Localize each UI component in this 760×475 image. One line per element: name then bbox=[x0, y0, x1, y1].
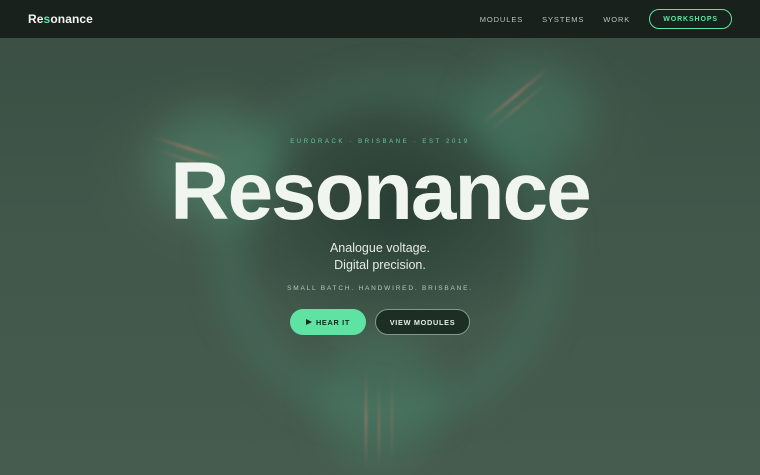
workshops-button[interactable]: WORKSHOPS bbox=[649, 9, 732, 29]
hero-tagline-line-2: Digital precision. bbox=[334, 258, 426, 272]
hero-tagline-line-1: Analogue voltage. bbox=[329, 241, 431, 255]
logo-text-prefix: Re bbox=[28, 12, 44, 26]
hear-it-label: HEAR IT bbox=[315, 317, 351, 327]
nav-link-modules[interactable]: MODULES bbox=[480, 15, 523, 24]
nav-link-work[interactable]: WORK bbox=[603, 15, 630, 24]
view-modules-button[interactable]: VIEW MODULES bbox=[375, 309, 470, 335]
logo-text-suffix: onance bbox=[50, 12, 93, 26]
view-modules-label: VIEW MODULES bbox=[389, 317, 456, 327]
site-logo[interactable]: Resonance bbox=[28, 12, 93, 26]
hero-background bbox=[0, 0, 760, 475]
hero-buttons: HEAR IT VIEW MODULES bbox=[0, 309, 760, 335]
hero-subline: SMALL BATCH. HANDWIRED. BRISBANE. bbox=[287, 285, 473, 292]
background-glow bbox=[320, 330, 440, 470]
top-navigation: Resonance MODULES SYSTEMS WORK WORKSHOPS bbox=[0, 0, 760, 38]
nav-links: MODULES SYSTEMS WORK WORKSHOPS bbox=[461, 9, 732, 29]
hero-eyebrow: EURORACK · BRISBANE · EST 2019 bbox=[290, 139, 470, 145]
light-streak bbox=[365, 370, 367, 470]
light-streak bbox=[378, 380, 380, 470]
play-icon bbox=[305, 319, 312, 325]
nav-link-systems[interactable]: SYSTEMS bbox=[542, 15, 584, 24]
hero-title: Resonance bbox=[170, 146, 592, 237]
light-streak bbox=[391, 372, 393, 467]
hear-it-button[interactable]: HEAR IT bbox=[290, 309, 366, 335]
